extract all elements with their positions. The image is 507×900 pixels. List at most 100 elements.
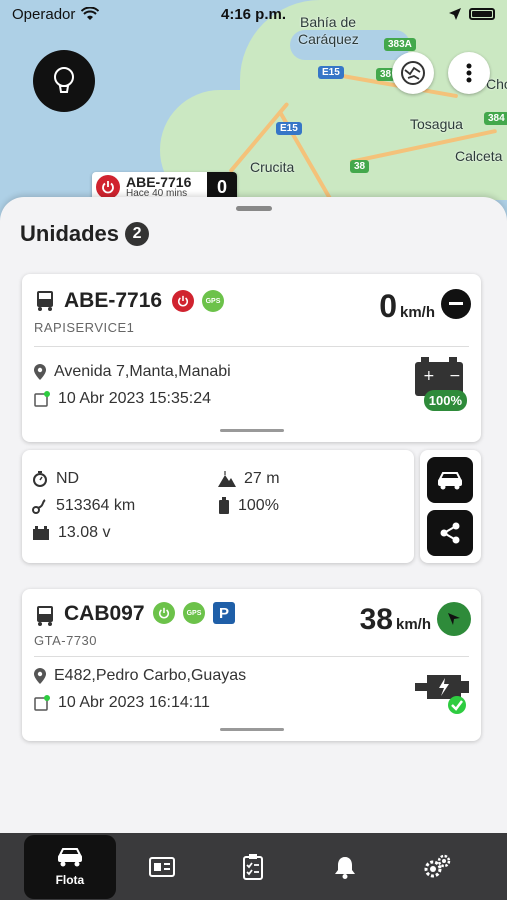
status-bar: Operador 4:16 p.m. bbox=[0, 0, 507, 28]
map-road-shield: 38 bbox=[350, 160, 370, 173]
collapse-button[interactable] bbox=[441, 289, 471, 319]
card-divider bbox=[34, 656, 469, 657]
location-pin-icon bbox=[34, 364, 46, 380]
clipboard-icon bbox=[243, 853, 264, 880]
unit-datetime-row: 10 Abr 2023 15:35:24 bbox=[34, 390, 211, 408]
unit-address: E482,Pedro Carbo,Guayas bbox=[54, 667, 247, 684]
bottom-tab-bar: Flota bbox=[0, 833, 507, 900]
gear-icon bbox=[424, 854, 451, 877]
odometer-value: ND bbox=[56, 470, 80, 487]
heading-button[interactable] bbox=[437, 602, 471, 636]
battery-badge: 100% bbox=[423, 390, 467, 411]
bell-icon bbox=[335, 856, 356, 879]
sheet-drag-handle[interactable] bbox=[236, 206, 272, 211]
calendar-online-icon bbox=[34, 391, 50, 407]
battery-row: 100% bbox=[218, 497, 279, 515]
power-off-icon bbox=[172, 290, 194, 312]
location-arrow-icon bbox=[449, 8, 461, 20]
tracking-toggle-button[interactable] bbox=[33, 50, 95, 112]
tab-flota[interactable]: Flota bbox=[24, 834, 116, 899]
id-card-icon bbox=[148, 856, 175, 877]
voltage-value: 13.08 v bbox=[58, 524, 111, 541]
tab-checklist[interactable] bbox=[208, 835, 300, 899]
mountain-icon bbox=[218, 471, 236, 487]
car-icon bbox=[438, 472, 462, 490]
unit-actions-panel bbox=[420, 450, 481, 563]
map-city-label: Calceta bbox=[455, 148, 503, 164]
unit-company: RAPISERVICE1 bbox=[34, 320, 135, 335]
unit-card[interactable]: ABE-7716 GPS RAPISERVICE1 0 km/h Avenida… bbox=[22, 274, 481, 442]
calendar-online-icon bbox=[34, 695, 50, 711]
unit-datetime: 10 Abr 2023 15:35:24 bbox=[58, 390, 212, 407]
engine-charging-icon bbox=[415, 675, 469, 714]
minus-icon bbox=[449, 302, 463, 305]
card-expand-handle[interactable] bbox=[220, 728, 284, 731]
map-road-shield: E15 bbox=[276, 122, 302, 135]
lightbulb-icon bbox=[54, 67, 74, 93]
car-battery-icon bbox=[33, 526, 49, 540]
voltage-row: 13.08 v bbox=[32, 524, 110, 542]
tab-reports[interactable] bbox=[116, 835, 208, 899]
unit-datetime: 10 Abr 2023 16:14:11 bbox=[58, 694, 210, 711]
unit-address: Avenida 7,Manta,Manabi bbox=[54, 363, 231, 380]
units-title: Unidades bbox=[20, 221, 120, 246]
stopwatch-icon bbox=[33, 471, 47, 487]
clock-time: 4:16 p.m. bbox=[220, 5, 287, 23]
speed-value: 0 bbox=[379, 288, 397, 324]
units-bottom-sheet: Unidades 2 ABE-7716 GPS RAPISERVICE1 0 k… bbox=[0, 197, 507, 837]
power-on-icon bbox=[153, 602, 175, 624]
unit-speed: 38 km/h bbox=[360, 603, 431, 637]
unit-address-row: E482,Pedro Carbo,Guayas bbox=[34, 667, 246, 685]
unit-plate: CAB097 bbox=[64, 602, 145, 625]
map-road-shield: E15 bbox=[318, 66, 344, 79]
more-options-button[interactable] bbox=[448, 52, 490, 94]
carrier-label: Operador bbox=[12, 5, 76, 23]
battery-vertical-icon bbox=[219, 497, 229, 514]
map-road-shield: 383A bbox=[384, 38, 416, 51]
fleet-icon bbox=[57, 847, 82, 866]
svg-text:−: − bbox=[449, 368, 461, 384]
unit-plate: ABE-7716 bbox=[64, 289, 163, 312]
map-city-label: Caráquez bbox=[298, 31, 359, 47]
map-city-label: Crucita bbox=[250, 159, 295, 175]
gps-status-icon: GPS bbox=[202, 290, 224, 312]
share-button[interactable] bbox=[427, 510, 473, 556]
sheet-title: Unidades 2 bbox=[20, 221, 150, 247]
route-icon bbox=[32, 499, 46, 514]
share-icon bbox=[440, 522, 460, 544]
location-pin-icon bbox=[34, 668, 46, 684]
navigation-arrow-icon bbox=[448, 613, 460, 625]
map-road-shield: 384 bbox=[484, 112, 507, 125]
mileage-row: 513364 km bbox=[32, 497, 135, 515]
unit-details-card: ND 27 m 513364 km 100% 13.08 v bbox=[22, 450, 414, 563]
unit-address-row: Avenida 7,Manta,Manabi bbox=[34, 363, 231, 381]
geofence-button[interactable] bbox=[392, 52, 434, 94]
gps-status-icon: GPS bbox=[183, 602, 205, 624]
tab-settings[interactable] bbox=[391, 835, 483, 899]
battery-icon bbox=[469, 8, 495, 20]
map-city-label: Tosagua bbox=[410, 116, 463, 132]
gps-label: GPS bbox=[205, 297, 221, 305]
power-icon bbox=[96, 175, 120, 199]
unit-datetime-row: 10 Abr 2023 16:14:11 bbox=[34, 694, 210, 712]
parking-icon: P bbox=[213, 602, 235, 624]
gps-label: GPS bbox=[186, 609, 202, 617]
mileage-value: 513364 km bbox=[56, 497, 136, 514]
tab-label: Flota bbox=[55, 872, 85, 887]
truck-icon bbox=[37, 606, 53, 626]
unit-company: GTA-7730 bbox=[34, 633, 98, 648]
card-expand-handle[interactable] bbox=[220, 429, 284, 432]
tab-notifications[interactable] bbox=[299, 835, 391, 899]
svg-text:+: + bbox=[423, 368, 435, 384]
truck-icon bbox=[37, 291, 53, 311]
speed-value: 38 bbox=[359, 603, 393, 636]
units-count-badge: 2 bbox=[125, 222, 150, 246]
marker-plate: ABE-7716 bbox=[126, 174, 192, 190]
more-vertical-icon bbox=[466, 63, 472, 83]
speed-unit: km/h bbox=[399, 304, 435, 321]
speed-unit: km/h bbox=[395, 616, 431, 633]
card-divider bbox=[34, 346, 469, 347]
altitude-value: 27 m bbox=[244, 470, 280, 487]
unit-card[interactable]: CAB097 GPS P GTA-7730 38 km/h E482,Pedro… bbox=[22, 589, 481, 741]
vehicle-details-button[interactable] bbox=[427, 457, 473, 503]
